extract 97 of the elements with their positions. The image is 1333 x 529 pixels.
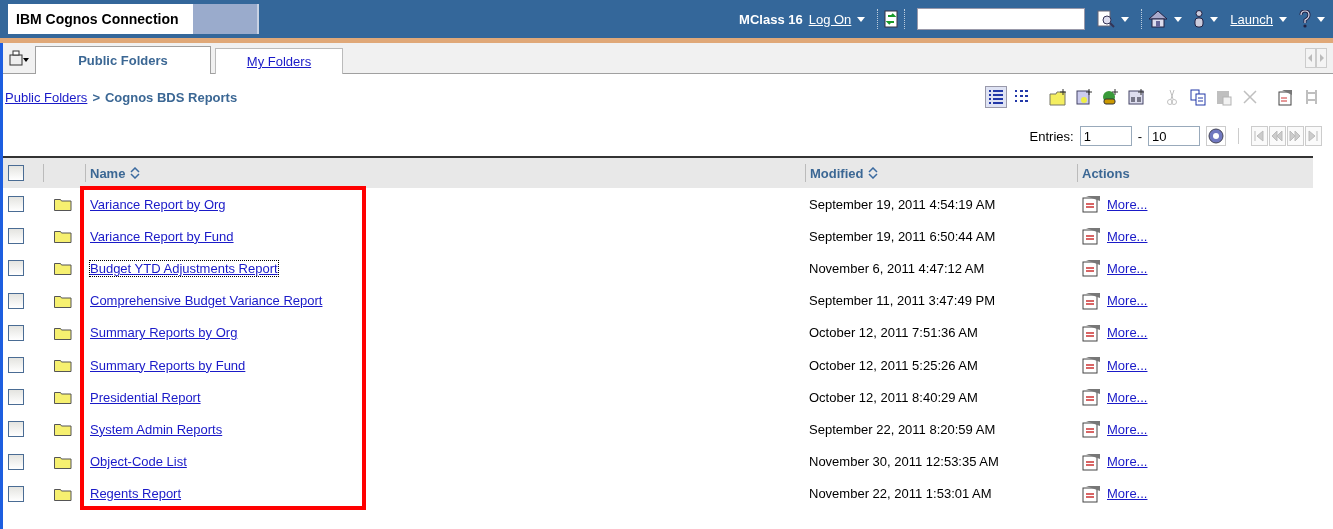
copy-icon[interactable]: [1187, 86, 1209, 108]
modified-date: September 19, 2011 4:54:19 AM: [809, 196, 996, 212]
report-folder-link[interactable]: Comprehensive Budget Variance Report: [90, 293, 323, 309]
folder-icon: [54, 486, 72, 501]
folder-icon: [54, 229, 72, 244]
more-link[interactable]: More...: [1107, 196, 1148, 212]
row-checkbox[interactable]: [8, 260, 24, 277]
row-checkbox[interactable]: [8, 196, 24, 213]
log-on-link[interactable]: Log On: [808, 11, 852, 27]
row-checkbox[interactable]: [8, 292, 24, 309]
list-view-icon[interactable]: [985, 86, 1007, 108]
sort-icon[interactable]: [130, 167, 141, 179]
folder-icon: [54, 422, 72, 437]
properties-icon[interactable]: [1082, 452, 1102, 471]
column-header: Actions: [1082, 165, 1130, 181]
modified-date: October 12, 2011 8:40:29 AM: [809, 389, 978, 405]
properties-icon[interactable]: [1082, 259, 1102, 278]
more-link[interactable]: More...: [1107, 260, 1148, 276]
user-icon[interactable]: [1194, 10, 1205, 28]
folder-icon: [54, 197, 72, 212]
properties-icon[interactable]: [1082, 484, 1102, 503]
more-link[interactable]: More...: [1107, 389, 1148, 405]
entries-to-field[interactable]: 10: [1148, 126, 1200, 146]
folder-icon: [54, 325, 72, 340]
row-checkbox[interactable]: [8, 357, 24, 374]
row-checkbox[interactable]: [8, 228, 24, 245]
folder-icon: [54, 358, 72, 373]
entries-dash: -: [1137, 128, 1142, 144]
row-checkbox[interactable]: [8, 324, 24, 341]
column-header[interactable]: Name: [90, 165, 126, 181]
row-checkbox[interactable]: [8, 485, 24, 502]
server-name: MClass 16: [739, 11, 803, 27]
more-link[interactable]: More...: [1107, 293, 1148, 309]
caret-icon[interactable]: [1174, 16, 1183, 22]
report-folder-link[interactable]: Summary Reports by Fund: [90, 357, 246, 373]
app-title: IBM Cognos Connection: [8, 4, 193, 34]
row-checkbox[interactable]: [8, 421, 24, 438]
go-button[interactable]: [1206, 126, 1226, 146]
column-header[interactable]: Modified: [810, 165, 864, 181]
caret-icon[interactable]: [1210, 16, 1219, 22]
sort-icon[interactable]: [868, 167, 879, 179]
report-folder-link[interactable]: Presidential Report: [90, 389, 201, 405]
modified-date: October 12, 2011 5:25:26 AM: [809, 357, 978, 373]
row-checkbox[interactable]: [8, 453, 24, 470]
report-folder-link[interactable]: Variance Report by Org: [90, 196, 226, 212]
breadcrumb-current: Cognos BDS Reports: [104, 89, 238, 105]
home-icon[interactable]: [1148, 10, 1169, 28]
modified-date: November 6, 2011 4:47:12 AM: [809, 260, 985, 276]
more-link[interactable]: More...: [1107, 325, 1148, 341]
folder-icon: [54, 261, 72, 276]
more-link[interactable]: More...: [1107, 357, 1148, 373]
caret-icon[interactable]: [1121, 16, 1130, 22]
properties-icon[interactable]: [1082, 195, 1102, 214]
folder-tab[interactable]: My Folders: [215, 48, 343, 74]
properties-icon[interactable]: [1082, 291, 1102, 310]
entries-label: Entries:: [1029, 128, 1074, 144]
properties-icon[interactable]: [1082, 227, 1102, 246]
modified-date: September 19, 2011 6:50:44 AM: [809, 228, 996, 244]
search-field[interactable]: [917, 8, 1086, 30]
report-folder-link[interactable]: Object-Code List: [90, 454, 187, 470]
properties-icon[interactable]: [1082, 356, 1102, 375]
report-folder-link[interactable]: Summary Reports by Org: [90, 325, 238, 341]
more-link[interactable]: More...: [1107, 454, 1148, 470]
caret-icon[interactable]: [857, 16, 866, 22]
modified-date: November 22, 2011 1:53:01 AM: [809, 486, 992, 502]
report-folder-link[interactable]: System Admin Reports: [90, 421, 223, 437]
search-icon[interactable]: [1097, 10, 1116, 28]
modified-date: November 30, 2011 12:53:35 AM: [809, 454, 999, 470]
modified-date: October 12, 2011 7:51:36 AM: [809, 325, 978, 341]
row-checkbox[interactable]: [8, 389, 24, 406]
folder-icon: [54, 293, 72, 308]
tab-menu-icon[interactable]: [9, 50, 29, 66]
folder-icon: [54, 454, 72, 469]
caret-icon[interactable]: [1317, 16, 1325, 22]
launch-link[interactable]: Launch: [1230, 11, 1273, 27]
entries-from-field[interactable]: 1: [1079, 126, 1132, 146]
breadcrumb-separator: >: [92, 89, 100, 105]
more-link[interactable]: More...: [1107, 228, 1148, 244]
breadcrumb-link[interactable]: Public Folders: [5, 89, 88, 105]
title-tab-tail: [192, 4, 259, 34]
folder-tab[interactable]: Public Folders: [35, 46, 211, 74]
properties-icon[interactable]: [1082, 323, 1102, 342]
caret-icon[interactable]: [1279, 16, 1287, 22]
help-icon[interactable]: [1299, 10, 1311, 28]
properties-icon[interactable]: [1082, 420, 1102, 439]
new-folder-icon[interactable]: [1047, 86, 1069, 108]
more-link[interactable]: More...: [1107, 486, 1148, 502]
report-folder-link[interactable]: Budget YTD Adjustments Report: [90, 260, 278, 276]
modified-date: September 11, 2011 3:47:49 PM: [809, 293, 995, 309]
modified-date: September 22, 2011 8:20:59 AM: [809, 421, 996, 437]
report-folder-link[interactable]: Variance Report by Fund: [90, 228, 234, 244]
folder-icon: [54, 390, 72, 405]
refresh-icon[interactable]: [884, 10, 899, 28]
properties-icon[interactable]: [1082, 388, 1102, 407]
report-folder-link[interactable]: Regents Report: [90, 486, 182, 502]
more-link[interactable]: More...: [1107, 421, 1148, 437]
select-all-checkbox[interactable]: [8, 165, 24, 181]
